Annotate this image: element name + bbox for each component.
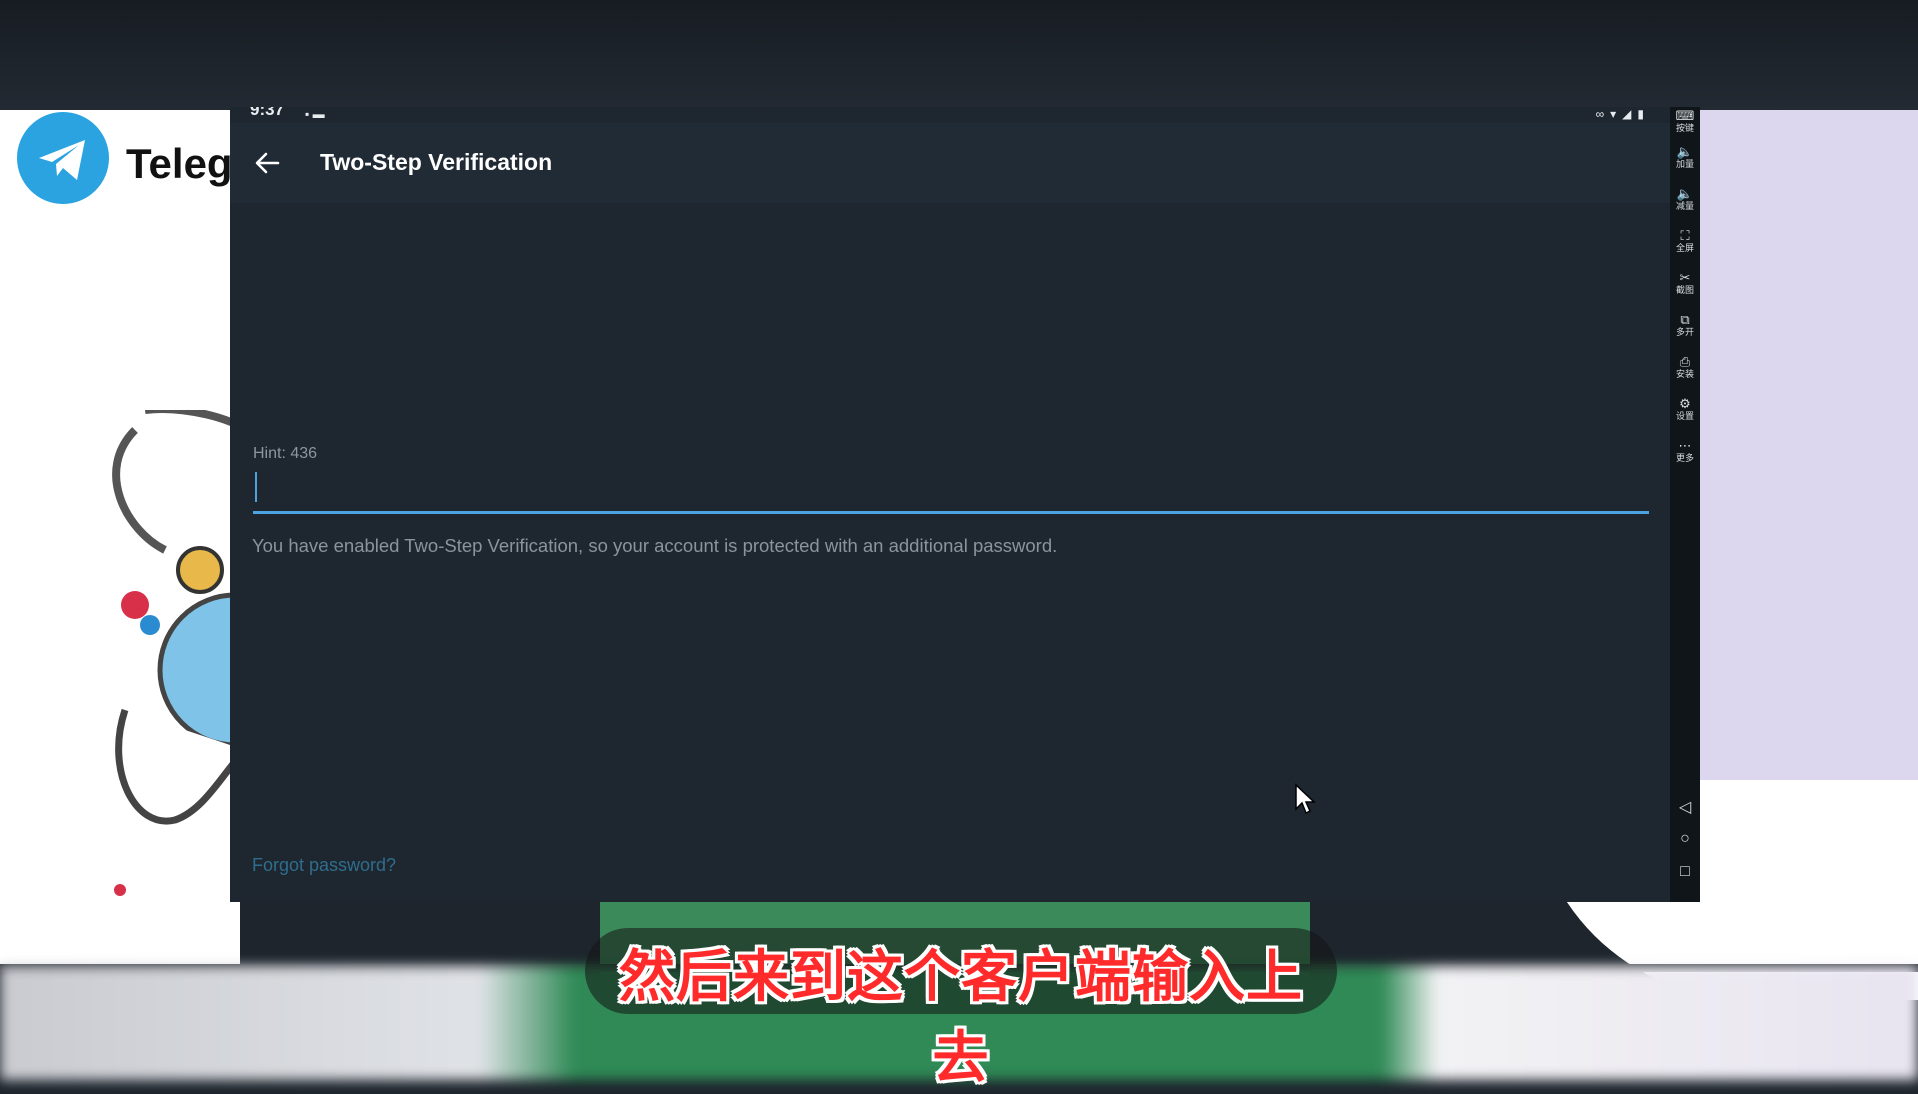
status-time: 9:37 [250,107,285,119]
triangle-back-icon: ◁ [1678,799,1692,816]
video-subtitle: 然后来到这个客户端输入上去 [619,945,1303,1091]
toolbar-keyboard[interactable]: ⌨ 按键 [1670,108,1700,134]
square-recents-icon: □ [1680,863,1690,880]
toolbar-screenshot[interactable]: ✂ 截图 [1670,270,1700,296]
telegram-logo-icon [17,112,109,204]
toolbar-multi-instance[interactable]: ⧉ 多开 [1670,312,1700,338]
text-caret [255,472,257,502]
install-icon: ⎙ [1679,354,1691,369]
description-text: You have enabled Two-Step Verification, … [252,535,1058,556]
mouse-cursor-icon [1295,783,1316,815]
page-title: Two-Step Verification [320,149,553,175]
toolbar-more[interactable]: ⋯ 更多 [1670,438,1700,464]
mascot-illustration [112,410,245,896]
emulator-toolbar: ⌨ 按键 🔈 加量 🔈 减量 ⛶ 全屏 ✂ 截图 ⧉ 多开 ⎙ 安装 ⚙ 设置 … [1670,107,1700,902]
forgot-password-link[interactable]: Forgot password? [252,855,396,876]
status-bar: 9:37 ▪ ▬ ∞▾◢▮ [230,107,1670,123]
more-icon: ⋯ [1678,438,1692,453]
nav-back-button[interactable]: ◁ [1670,797,1700,817]
circle-home-icon: ○ [1680,830,1690,847]
nav-recents-button[interactable]: □ [1670,863,1700,881]
signal-battery-icons: ∞▾◢▮ [1595,107,1650,121]
background-window-bar [0,0,1918,112]
fullscreen-icon: ⛶ [1680,228,1690,243]
arrow-left-icon [255,152,280,174]
settings-icon: ⚙ [1679,396,1691,411]
app-bar: Two-Step Verification [230,123,1670,203]
volume-up-icon: 🔈 [1676,144,1694,159]
toolbar-volume-up[interactable]: 🔈 加量 [1670,144,1700,170]
toolbar-settings[interactable]: ⚙ 设置 [1670,396,1700,422]
multi-instance-icon: ⧉ [1680,312,1690,327]
toolbar-volume-down[interactable]: 🔈 减量 [1670,186,1700,212]
back-button[interactable] [248,143,288,183]
telegram-wordmark: Teleg [126,140,231,187]
scissors-icon: ✂ [1679,270,1691,285]
password-hint: Hint: 436 [253,445,318,462]
notification-icons: ▪ ▬ [305,107,325,121]
toolbar-fullscreen[interactable]: ⛶ 全屏 [1670,228,1700,254]
emulator-screen: 9:37 ▪ ▬ ∞▾◢▮ Two-Step Verification Hint… [230,107,1670,902]
volume-down-icon: 🔈 [1676,186,1694,201]
toolbar-install[interactable]: ⎙ 安装 [1670,354,1700,380]
nav-home-button[interactable]: ○ [1670,830,1700,848]
password-input[interactable] [253,469,1649,514]
keyboard-icon: ⌨ [1675,108,1695,123]
